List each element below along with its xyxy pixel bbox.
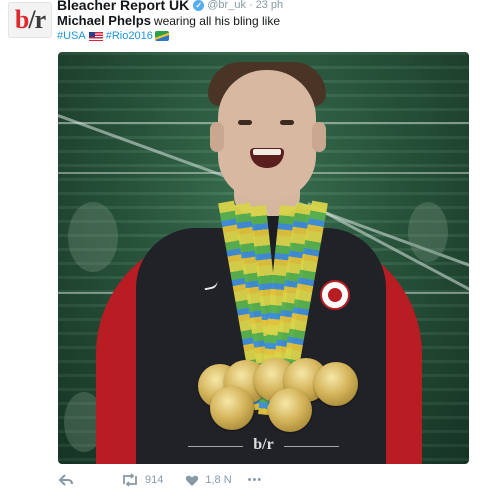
avatar-r: r (34, 5, 47, 34)
watermark-line (284, 446, 339, 447)
ear (210, 122, 224, 152)
face (218, 70, 316, 200)
display-name[interactable]: Bleacher Report UK (57, 0, 189, 13)
eye (238, 120, 252, 125)
retweet-count: 914 (145, 474, 164, 486)
avatar-b: b (14, 5, 30, 34)
mention-link[interactable]: Michael Phelps (57, 13, 151, 28)
tweet-photo[interactable]: b/r (58, 52, 469, 464)
timestamp[interactable]: 23 ph (256, 0, 284, 11)
heart-icon (186, 475, 199, 486)
tweet-actions: 914 1,8 N ••• (57, 471, 262, 489)
gold-medal (268, 388, 312, 432)
reply-icon (58, 474, 73, 486)
tweet-header: Bleacher Report UK ✓ @br_uk · 23 ph (57, 0, 283, 13)
us-flag-icon (88, 31, 103, 41)
hashtags: #USA #Rio2016 (57, 30, 169, 42)
tweet: b / r Bleacher Report UK ✓ @br_uk · 23 ph … (0, 0, 480, 497)
teeth (253, 149, 281, 155)
crowd-blur (68, 202, 118, 272)
hashtag-rio2016[interactable]: #Rio2016 (106, 30, 153, 42)
retweet-icon (123, 473, 137, 487)
tweet-text: Michael Phelps wearing all his bling like (57, 13, 280, 28)
gold-medal (314, 362, 358, 406)
rio2016-hashflag-icon (154, 31, 169, 41)
verified-icon: ✓ (193, 0, 205, 11)
retweet-button[interactable]: 914 (121, 473, 163, 487)
ear (312, 122, 326, 152)
reply-button[interactable] (57, 471, 75, 489)
gold-medal (210, 386, 254, 430)
tweet-text-body: wearing all his bling like (153, 14, 280, 28)
like-button[interactable]: 1,8 N (185, 474, 232, 487)
hashtag-usa[interactable]: #USA (57, 30, 86, 42)
watermark-logo: b/r (253, 436, 274, 453)
more-icon: ••• (247, 474, 263, 486)
handle[interactable]: @br_uk (207, 0, 246, 11)
separator: · (248, 0, 253, 11)
usa-badge-icon (320, 280, 350, 310)
like-count: 1,8 N (205, 474, 232, 486)
eye (280, 120, 294, 125)
crowd-blur (408, 202, 448, 262)
more-button[interactable]: ••• (248, 474, 263, 486)
avatar[interactable]: b / r (8, 2, 52, 38)
